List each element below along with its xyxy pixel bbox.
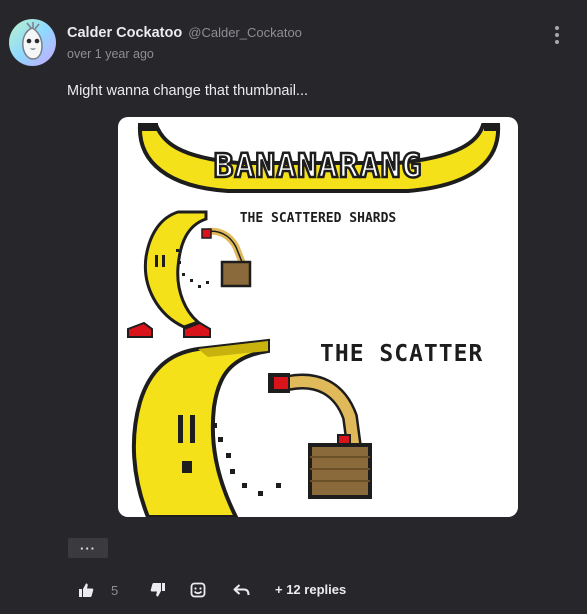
author-handle[interactable]: @Calder_Cockatoo: [188, 25, 302, 40]
author-name[interactable]: Calder Cockatoo: [67, 25, 182, 41]
thumbnail-side-text: THE SCATTER: [320, 341, 483, 367]
thumbs-down-icon[interactable]: [150, 579, 166, 601]
more-options-menu-icon[interactable]: [549, 24, 565, 46]
reply-arrow-icon[interactable]: [233, 579, 250, 601]
bananarang-thumbnail-art: BANANARANG THE SCATTERED SHARDS THE SCAT…: [127, 123, 501, 517]
comment-image[interactable]: BANANARANG THE SCATTERED SHARDS THE SCAT…: [118, 117, 518, 517]
emoji-react-icon[interactable]: [190, 579, 206, 601]
thumbnail-subtitle: THE SCATTERED SHARDS: [240, 211, 397, 226]
like-count: 5: [111, 583, 119, 598]
thumbnail-title: BANANARANG: [214, 146, 423, 185]
comment-timestamp: over 1 year ago: [67, 47, 154, 61]
replies-link[interactable]: + 12 replies: [275, 582, 346, 597]
show-more-button[interactable]: ···: [68, 538, 108, 558]
cockatoo-avatar-icon: [22, 22, 43, 60]
avatar[interactable]: [9, 19, 56, 66]
comment-text: Might wanna change that thumbnail...: [67, 83, 309, 99]
comment-author: Calder Cockatoo @Calder_Cockatoo: [67, 25, 302, 41]
thumbs-up-icon[interactable]: [78, 579, 94, 601]
comment-action-bar: 5 + 12 replies: [0, 575, 587, 605]
